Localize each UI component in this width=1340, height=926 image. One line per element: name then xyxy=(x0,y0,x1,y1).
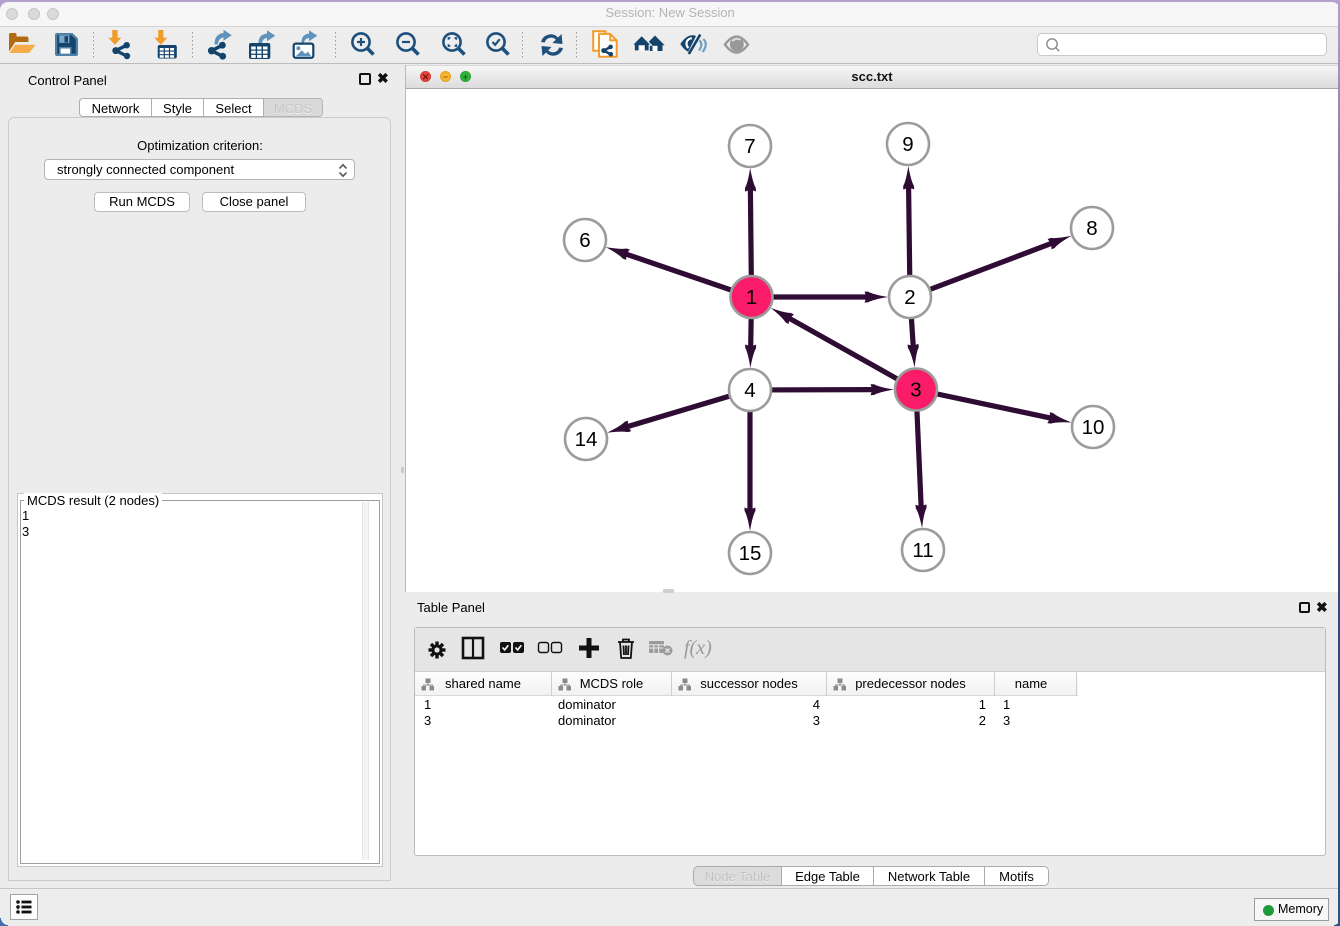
svg-text:14: 14 xyxy=(575,428,598,451)
svg-text:3: 3 xyxy=(910,379,921,402)
svg-text:f(x): f(x) xyxy=(684,637,712,659)
svg-text:10: 10 xyxy=(1082,416,1105,439)
svg-text:8: 8 xyxy=(1086,217,1097,240)
svg-text:4: 4 xyxy=(744,379,755,402)
svg-text:7: 7 xyxy=(744,135,755,158)
svg-text:6: 6 xyxy=(579,229,590,252)
svg-text:11: 11 xyxy=(912,539,933,562)
svg-text:2: 2 xyxy=(904,286,915,309)
svg-text:9: 9 xyxy=(902,133,913,156)
svg-text:15: 15 xyxy=(739,542,762,565)
svg-text:1: 1 xyxy=(746,286,757,309)
